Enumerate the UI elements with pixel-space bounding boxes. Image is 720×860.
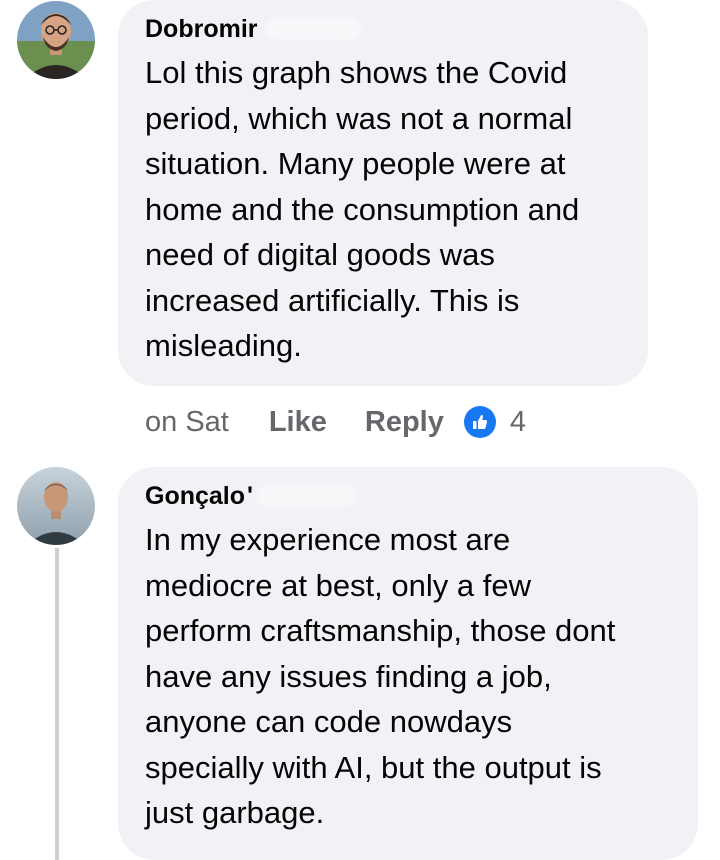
author-name-fragment: ' bbox=[247, 482, 253, 510]
redacted-surname bbox=[256, 485, 357, 507]
comment-actions: on Sat Like Reply 4 bbox=[145, 402, 526, 442]
comment-bubble: Gonçalo ' In my experience most are medi… bbox=[118, 467, 698, 860]
comment-bubble: Dobromir Lol this graph shows the Covid … bbox=[118, 0, 648, 386]
comment-text: In my experience most are mediocre at be… bbox=[145, 522, 616, 830]
avatar[interactable] bbox=[17, 1, 95, 79]
author-name[interactable]: Gonçalo bbox=[145, 481, 245, 511]
comments-section: Dobromir Lol this graph shows the Covid … bbox=[0, 0, 720, 860]
thread-line bbox=[55, 548, 59, 860]
author-name[interactable]: Dobromir bbox=[145, 14, 258, 44]
comment-author[interactable]: Dobromir bbox=[145, 14, 628, 44]
comment-timestamp[interactable]: on Sat bbox=[145, 406, 229, 439]
like-button[interactable]: Like bbox=[269, 406, 327, 439]
comment-text: Lol this graph shows the Covid period, w… bbox=[145, 55, 580, 363]
thumbs-up-icon[interactable] bbox=[463, 406, 496, 438]
avatar[interactable] bbox=[17, 467, 95, 545]
reply-button[interactable]: Reply bbox=[365, 406, 444, 439]
reaction-count[interactable]: 4 bbox=[510, 406, 526, 439]
comment-author[interactable]: Gonçalo ' bbox=[145, 481, 678, 511]
redacted-surname bbox=[265, 18, 362, 40]
